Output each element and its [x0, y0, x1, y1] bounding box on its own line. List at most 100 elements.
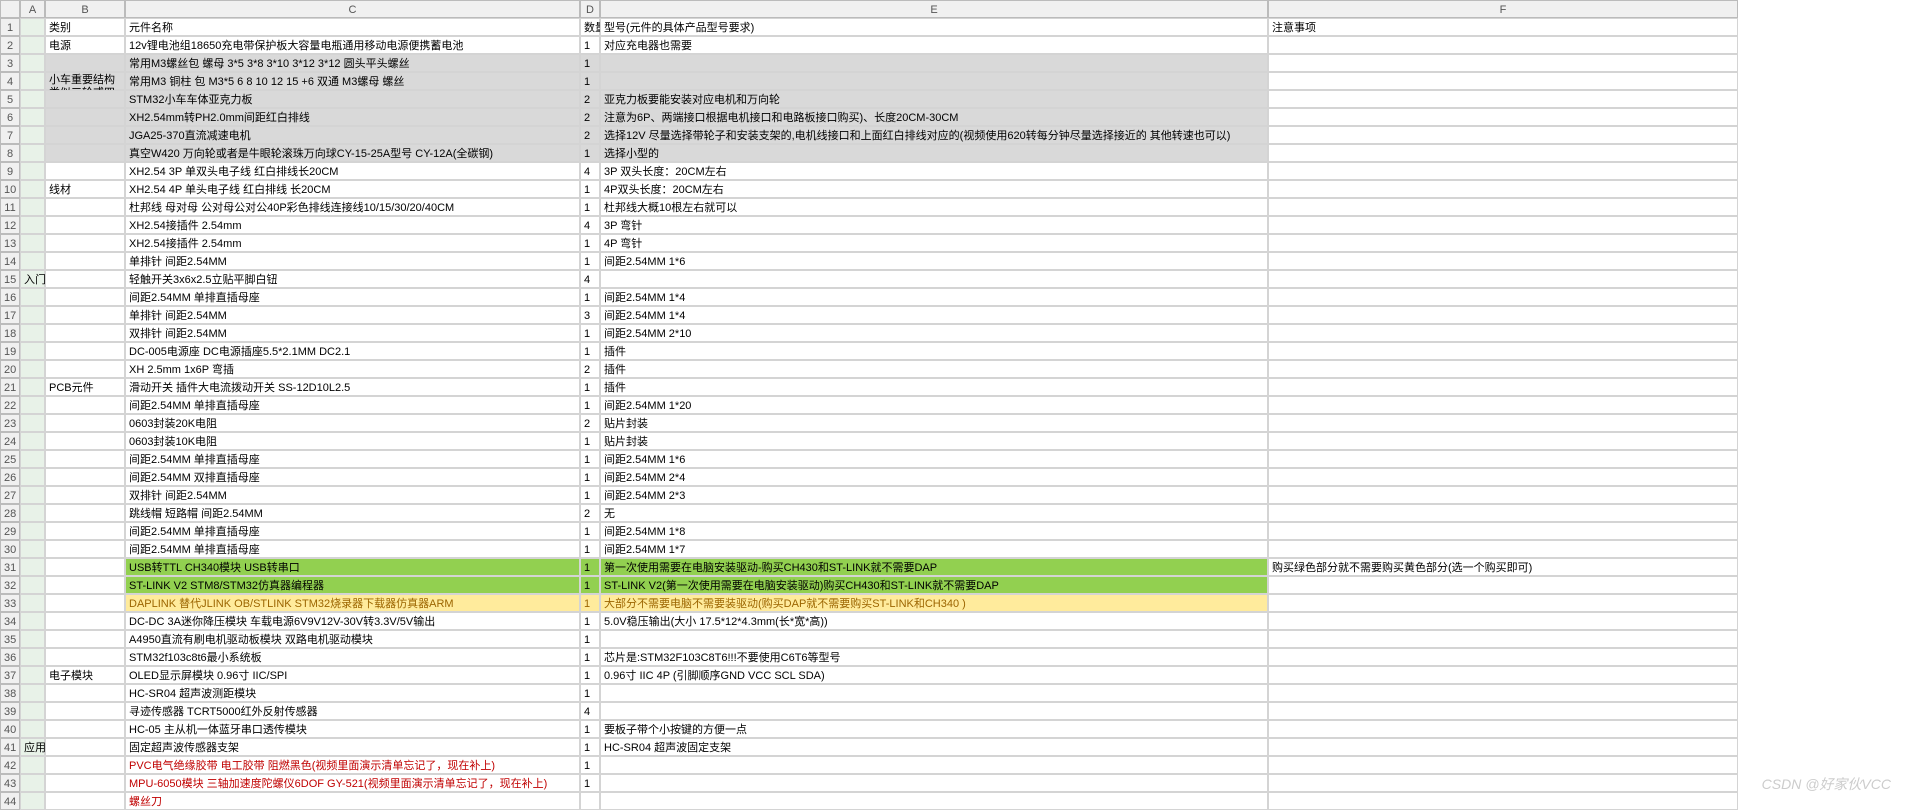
- row-header[interactable]: 16: [0, 288, 20, 306]
- cell-A11[interactable]: [20, 198, 45, 216]
- cell-D39[interactable]: 4: [580, 702, 600, 720]
- cell-B7[interactable]: [45, 126, 125, 144]
- row-header[interactable]: 13: [0, 234, 20, 252]
- cell-C12[interactable]: XH2.54接插件 2.54mm: [125, 216, 580, 234]
- cell-E14[interactable]: 间距2.54MM 1*6: [600, 252, 1268, 270]
- cell-C19[interactable]: DC-005电源座 DC电源插座5.5*2.1MM DC2.1: [125, 342, 580, 360]
- cell-C24[interactable]: 0603封装10K电阻: [125, 432, 580, 450]
- cell-A36[interactable]: [20, 648, 45, 666]
- cell-E8[interactable]: 选择小型的: [600, 144, 1268, 162]
- row-header[interactable]: 17: [0, 306, 20, 324]
- cell-A16[interactable]: [20, 288, 45, 306]
- row-header[interactable]: 41: [0, 738, 20, 756]
- row-header[interactable]: 30: [0, 540, 20, 558]
- cell-C43[interactable]: MPU-6050模块 三轴加速度陀螺仪6DOF GY-521(视频里面演示清单忘…: [125, 774, 580, 792]
- cell-D29[interactable]: 1: [580, 522, 600, 540]
- cell-F34[interactable]: [1268, 612, 1738, 630]
- cell-F22[interactable]: [1268, 396, 1738, 414]
- cell-D8[interactable]: 1: [580, 144, 600, 162]
- cell-D38[interactable]: 1: [580, 684, 600, 702]
- cell-E19[interactable]: 插件: [600, 342, 1268, 360]
- cell-A6[interactable]: [20, 108, 45, 126]
- cell-E30[interactable]: 间距2.54MM 1*7: [600, 540, 1268, 558]
- cell-A5[interactable]: [20, 90, 45, 108]
- cell-C42[interactable]: PVC电气绝缘胶带 电工胶带 阻燃黑色(视频里面演示清单忘记了，现在补上): [125, 756, 580, 774]
- cell-F9[interactable]: [1268, 162, 1738, 180]
- cell-D23[interactable]: 2: [580, 414, 600, 432]
- cell-E2[interactable]: 对应充电器也需要: [600, 36, 1268, 54]
- cell-E1[interactable]: 型号(元件的具体产品型号要求): [600, 18, 1268, 36]
- cell-E43[interactable]: [600, 774, 1268, 792]
- cell-B14[interactable]: [45, 252, 125, 270]
- cell-C30[interactable]: 间距2.54MM 单排直插母座: [125, 540, 580, 558]
- cell-E44[interactable]: [600, 792, 1268, 810]
- cell-C4[interactable]: 常用M3 铜柱 包 M3*5 6 8 10 12 15 +6 双通 M3螺母 螺…: [125, 72, 580, 90]
- cell-F15[interactable]: [1268, 270, 1738, 288]
- cell-B17[interactable]: [45, 306, 125, 324]
- cell-A34[interactable]: [20, 612, 45, 630]
- row-header[interactable]: 24: [0, 432, 20, 450]
- cell-A14[interactable]: [20, 252, 45, 270]
- cell-B33[interactable]: [45, 594, 125, 612]
- cell-B37[interactable]: 电子模块: [45, 666, 125, 684]
- row-header[interactable]: 12: [0, 216, 20, 234]
- cell-C44[interactable]: 螺丝刀: [125, 792, 580, 810]
- row-header[interactable]: 10: [0, 180, 20, 198]
- cell-D17[interactable]: 3: [580, 306, 600, 324]
- cell-A33[interactable]: [20, 594, 45, 612]
- cell-B6[interactable]: [45, 108, 125, 126]
- cell-C39[interactable]: 寻迹传感器 TCRT5000红外反射传感器: [125, 702, 580, 720]
- cell-F41[interactable]: [1268, 738, 1738, 756]
- cell-F42[interactable]: [1268, 756, 1738, 774]
- cell-B5[interactable]: [45, 90, 125, 108]
- cell-B35[interactable]: [45, 630, 125, 648]
- cell-F29[interactable]: [1268, 522, 1738, 540]
- cell-D6[interactable]: 2: [580, 108, 600, 126]
- cell-A17[interactable]: [20, 306, 45, 324]
- cell-E40[interactable]: 要板子带个小按键的方便一点: [600, 720, 1268, 738]
- cell-F35[interactable]: [1268, 630, 1738, 648]
- cell-C13[interactable]: XH2.54接插件 2.54mm: [125, 234, 580, 252]
- cell-E6[interactable]: 注意为6P、两端接口根据电机接口和电路板接口购买)、长度20CM-30CM: [600, 108, 1268, 126]
- cell-B12[interactable]: [45, 216, 125, 234]
- row-header[interactable]: 33: [0, 594, 20, 612]
- cell-E16[interactable]: 间距2.54MM 1*4: [600, 288, 1268, 306]
- cell-D3[interactable]: 1: [580, 54, 600, 72]
- cell-B10[interactable]: 线材: [45, 180, 125, 198]
- cell-A8[interactable]: [20, 144, 45, 162]
- cell-D43[interactable]: 1: [580, 774, 600, 792]
- cell-B13[interactable]: [45, 234, 125, 252]
- cell-A40[interactable]: [20, 720, 45, 738]
- cell-E15[interactable]: [600, 270, 1268, 288]
- cell-B36[interactable]: [45, 648, 125, 666]
- cell-F1[interactable]: 注意事项: [1268, 18, 1738, 36]
- cell-A2[interactable]: [20, 36, 45, 54]
- cell-E35[interactable]: [600, 630, 1268, 648]
- cell-A24[interactable]: [20, 432, 45, 450]
- cell-F24[interactable]: [1268, 432, 1738, 450]
- cell-E23[interactable]: 贴片封装: [600, 414, 1268, 432]
- cell-F39[interactable]: [1268, 702, 1738, 720]
- cell-D31[interactable]: 1: [580, 558, 600, 576]
- cell-F20[interactable]: [1268, 360, 1738, 378]
- cell-F31[interactable]: 购买绿色部分就不需要购买黄色部分(选一个购买即可): [1268, 558, 1738, 576]
- cell-C7[interactable]: JGA25-370直流减速电机: [125, 126, 580, 144]
- row-header[interactable]: 19: [0, 342, 20, 360]
- cell-E9[interactable]: 3P 双头长度：20CM左右: [600, 162, 1268, 180]
- cell-C8[interactable]: 真空W420 万向轮或者是牛眼轮滚珠万向球CY-15-25A型号 CY-12A(…: [125, 144, 580, 162]
- cell-D42[interactable]: 1: [580, 756, 600, 774]
- cell-D35[interactable]: 1: [580, 630, 600, 648]
- cell-C40[interactable]: HC-05 主从机一体蓝牙串口透传模块: [125, 720, 580, 738]
- cell-F32[interactable]: [1268, 576, 1738, 594]
- cell-C26[interactable]: 间距2.54MM 双排直插母座: [125, 468, 580, 486]
- cell-C31[interactable]: USB转TTL CH340模块 USB转串口: [125, 558, 580, 576]
- row-header[interactable]: 36: [0, 648, 20, 666]
- cell-C29[interactable]: 间距2.54MM 单排直插母座: [125, 522, 580, 540]
- cell-B4[interactable]: 小车重要结构 类似三轮或四轮结构均可: [45, 72, 125, 90]
- cell-E11[interactable]: 杜邦线大概10根左右就可以: [600, 198, 1268, 216]
- cell-F33[interactable]: [1268, 594, 1738, 612]
- cell-E36[interactable]: 芯片是:STM32F103C8T6!!!不要使用C6T6等型号: [600, 648, 1268, 666]
- cell-A44[interactable]: [20, 792, 45, 810]
- cell-C37[interactable]: OLED显示屏模块 0.96寸 IIC/SPI: [125, 666, 580, 684]
- row-header[interactable]: 21: [0, 378, 20, 396]
